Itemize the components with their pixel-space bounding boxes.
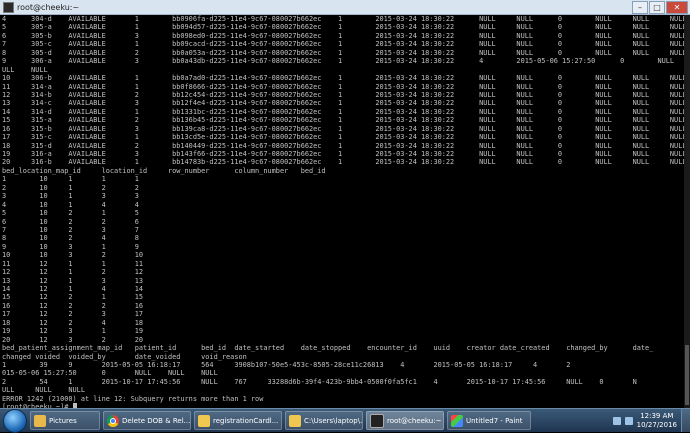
taskbar-task-3[interactable]: registrationCardl... xyxy=(194,411,282,430)
taskbar-task-label: registrationCardl... xyxy=(213,416,279,425)
terminal-line: 10 306-b AVAILABLE 1 bb0a7ad0-d225-11e4-… xyxy=(2,74,686,83)
terminal-line: bed_location_map_id location_id row_numb… xyxy=(2,166,326,175)
terminal-line: 14 314-d AVAILABLE 1 bb1331bc-d225-11e4-… xyxy=(2,107,686,116)
taskbar-task-6[interactable]: Untitled7 - Paint xyxy=(447,411,531,430)
pictures-icon xyxy=(34,414,46,427)
terminal-line: 14 12 1 4 14 xyxy=(2,285,144,293)
taskbar-task-1[interactable]: Pictures xyxy=(30,411,100,430)
taskbar-task-label: root@cheeku:~ xyxy=(387,416,442,425)
window-title: root@cheeku:~ xyxy=(17,2,80,12)
terminal-line: 6 10 2 2 6 xyxy=(2,217,139,226)
clock-date: 10/27/2016 xyxy=(636,420,677,429)
vertical-scrollbar[interactable] xyxy=(684,15,690,408)
terminal-line: 9 10 3 1 9 xyxy=(2,242,139,251)
taskbar-task-5[interactable]: root@cheeku:~ xyxy=(366,411,444,430)
taskbar: Pictures Delete DOB & Rel... registrationC… xyxy=(0,408,690,433)
terminal-line: ULL NULL xyxy=(2,65,48,74)
terminal-line: 20 316-b AVAILABLE 1 bb14783b-d225-11e4-… xyxy=(2,158,686,167)
terminal-line: 19 316-a AVAILABLE 3 bb143f66-d225-11e4-… xyxy=(2,150,686,158)
terminal-line: 13 12 1 3 13 xyxy=(2,276,144,285)
terminal-line: 12 12 1 2 12 xyxy=(2,268,144,277)
clock[interactable]: 12:39 AM 10/27/2016 xyxy=(637,412,677,430)
taskbar-task-2[interactable]: Delete DOB & Rel... xyxy=(103,411,191,430)
volume-icon[interactable] xyxy=(624,416,633,425)
start-button[interactable] xyxy=(3,408,27,433)
terminal-line: 4 10 1 4 4 xyxy=(2,200,139,209)
terminal-line: 10 10 3 2 10 xyxy=(2,251,144,260)
terminal-line: 17 12 2 3 17 xyxy=(2,310,144,319)
terminal-line: 18 12 2 4 18 xyxy=(2,318,144,327)
terminal-line: 15 12 2 1 15 xyxy=(2,293,144,302)
taskbar-task-4[interactable]: C:\Users\laptop\... xyxy=(285,411,363,430)
window-titlebar[interactable]: root@cheeku:~ – □ ✕ xyxy=(0,0,690,15)
terminal-line: 15 315-a AVAILABLE 2 bb136b45-d225-11e4-… xyxy=(2,116,686,125)
terminal-line: 4 304-d AVAILABLE 1 bb0906fa-d225-11e4-9… xyxy=(2,15,686,23)
window-controls: – □ ✕ xyxy=(632,1,688,14)
terminal-line: ULL NULL NULL xyxy=(2,386,85,395)
taskbar-task-label: C:\Users\laptop\... xyxy=(304,416,363,425)
terminal-line: 17 315-c AVAILABLE 1 bb13cd5e-d225-11e4-… xyxy=(2,133,686,142)
terminal-line: 3 10 1 3 3 xyxy=(2,192,139,201)
terminal-line: 11 12 1 1 11 xyxy=(2,259,144,268)
taskbar-task-label: Delete DOB & Rel... xyxy=(122,416,191,425)
terminal-line: 20 12 3 2 20 xyxy=(2,335,144,344)
terminal-line: 12 314-b AVAILABLE 2 bb12c454-d225-11e4-… xyxy=(2,90,686,99)
terminal-line: 2 54 1 2015-10-17 17:45:56 NULL 767 3328… xyxy=(2,377,637,386)
show-desktop-button[interactable] xyxy=(681,409,690,432)
terminal-line: bed_patient_assignment_map_id patient_id… xyxy=(2,344,654,353)
terminal-window[interactable]: root@cheeku:~ – □ ✕ 4 304-d AVAILABLE 1 … xyxy=(0,0,690,408)
paint-icon xyxy=(451,414,463,427)
terminal-line: 5 10 2 1 5 xyxy=(2,209,139,218)
terminal-line: 015-05-06 15:27:50 0 NULL NULL NULL xyxy=(2,369,218,378)
terminal-line: 7 10 2 3 7 xyxy=(2,225,139,234)
terminal-app-icon xyxy=(3,1,14,13)
terminal-line: 7 305-c AVAILABLE 1 bb09cacd-d225-11e4-9… xyxy=(2,40,686,49)
terminal-line: changed voided voided_by date_voided voi… xyxy=(2,352,247,361)
terminal-line: 2 10 1 2 2 xyxy=(2,183,139,192)
terminal-line: 1 10 1 1 1 xyxy=(2,175,139,184)
terminal-line: ERROR 1242 (21000) at line 12: Subquery … xyxy=(2,394,264,403)
terminal-line: 5 305-a AVAILABLE 1 bb094d57-d225-11e4-9… xyxy=(2,23,686,32)
minimize-button[interactable]: – xyxy=(632,1,648,14)
terminal-line: 9 306-a AVAILABLE 3 bb0a43db-d225-11e4-9… xyxy=(2,57,675,66)
clock-time: 12:39 AM xyxy=(640,411,674,420)
terminal-line: 8 10 2 4 8 xyxy=(2,234,139,243)
terminal-output[interactable]: 4 304-d AVAILABLE 1 bb0906fa-d225-11e4-9… xyxy=(0,15,686,408)
maximize-button[interactable]: □ xyxy=(649,1,665,14)
terminal-line: 11 314-a AVAILABLE 1 bb0f8666-d225-11e4-… xyxy=(2,82,686,91)
taskbar-task-label: Pictures xyxy=(49,416,77,425)
network-icon[interactable] xyxy=(612,416,621,425)
taskbar-task-label: Untitled7 - Paint xyxy=(466,416,523,425)
close-button[interactable]: ✕ xyxy=(666,1,688,14)
folder-icon xyxy=(198,414,210,427)
system-tray: 12:39 AM 10/27/2016 xyxy=(609,409,681,432)
terminal-icon xyxy=(370,413,384,428)
terminal-line: 16 12 2 2 16 xyxy=(2,301,144,310)
terminal-line: 18 315-d AVAILABLE 2 bb140449-d225-11e4-… xyxy=(2,141,686,150)
terminal-line: 13 314-c AVAILABLE 3 bb12f4e4-d225-11e4-… xyxy=(2,99,686,108)
folder-icon xyxy=(289,414,301,427)
taskbar-tasks: Pictures Delete DOB & Rel... registrationC… xyxy=(27,411,531,430)
terminal-line: 1 39 9 2015-05-05 16:18:17 564 3908b107-… xyxy=(2,360,571,369)
terminal-line: 16 315-b AVAILABLE 3 bb139ca8-d225-11e4-… xyxy=(2,124,686,133)
scrollbar-thumb[interactable] xyxy=(685,345,689,405)
chrome-icon xyxy=(107,414,119,427)
terminal-line: 8 305-d AVAILABLE 2 bb0a053a-d225-11e4-9… xyxy=(2,48,686,57)
terminal-line: 19 12 3 1 19 xyxy=(2,327,144,336)
terminal-line: 6 305-b AVAILABLE 3 bb098ed0-d225-11e4-9… xyxy=(2,31,686,40)
